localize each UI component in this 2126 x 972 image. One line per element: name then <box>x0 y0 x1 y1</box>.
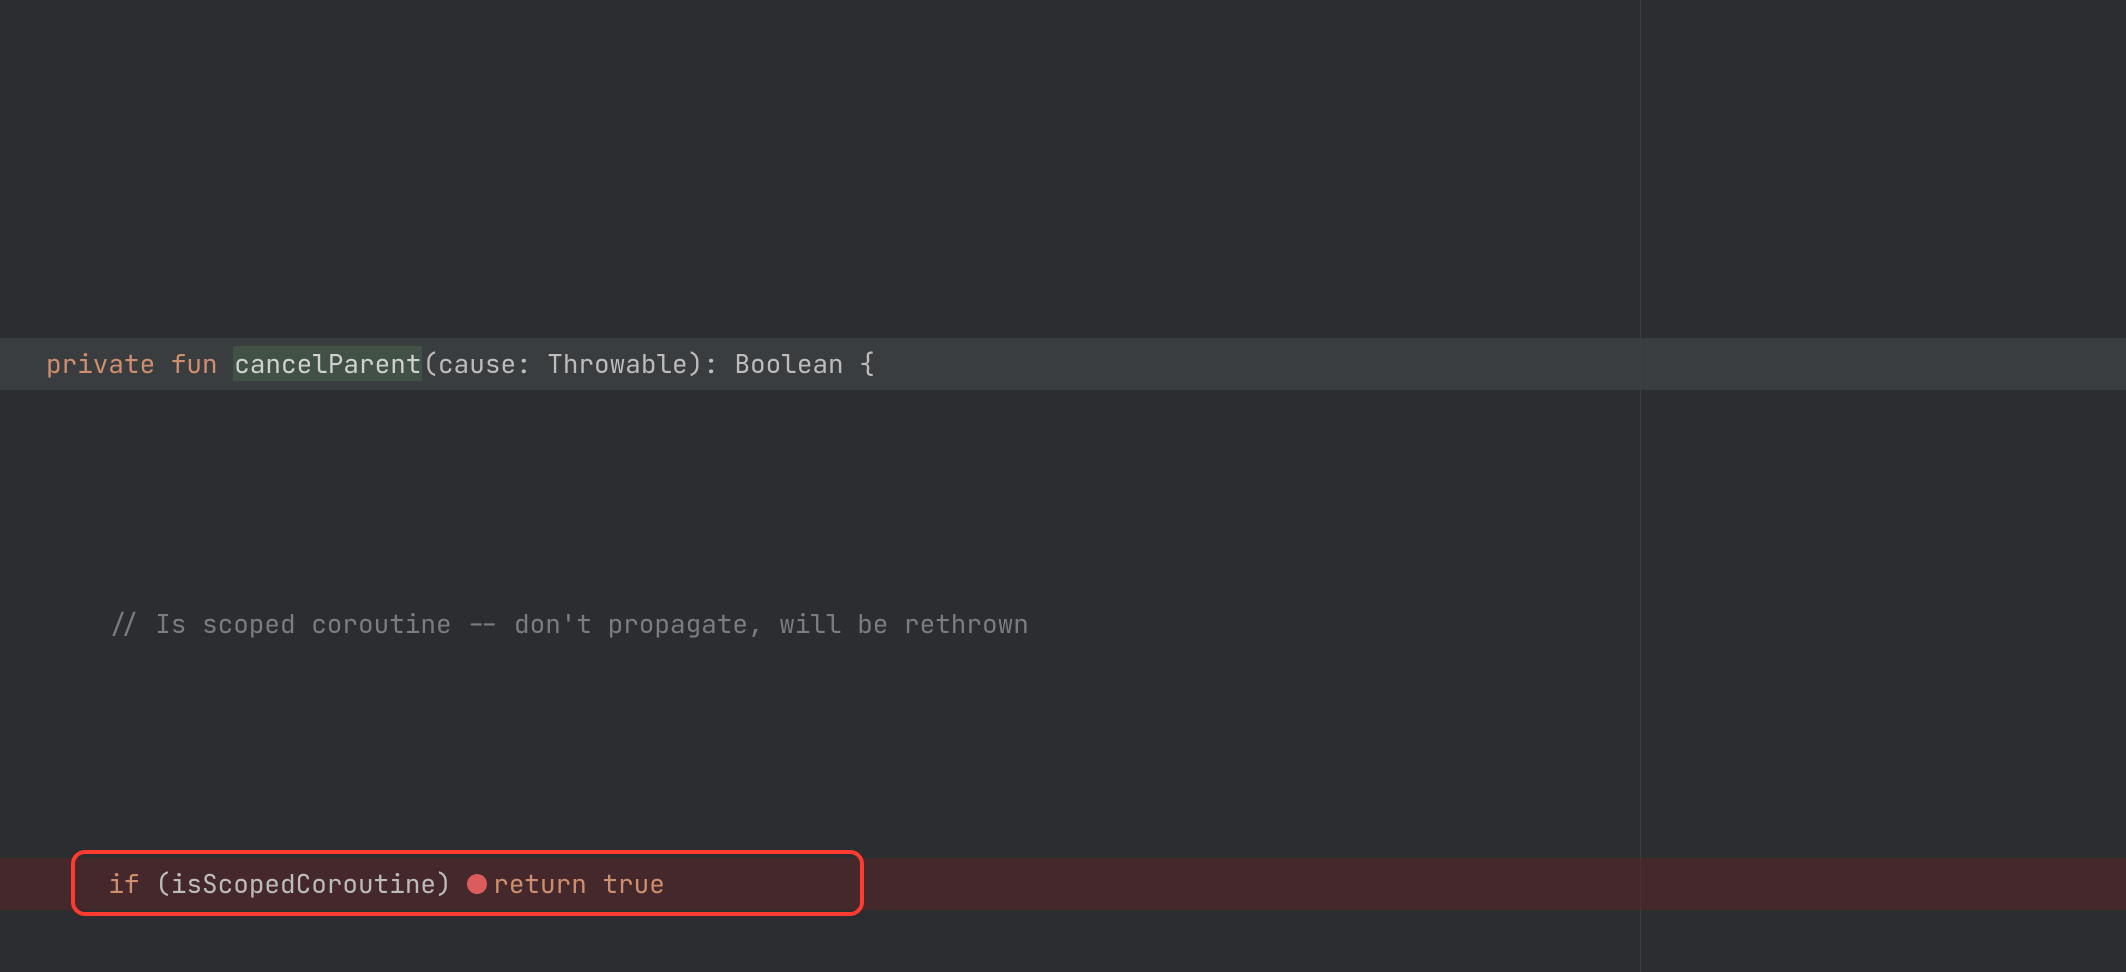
condition: (isScopedCoroutine) <box>155 866 451 901</box>
code-line[interactable]: private fun cancelParent(cause: Throwabl… <box>0 338 2126 390</box>
code-editor[interactable]: private fun cancelParent(cause: Throwabl… <box>0 0 2126 972</box>
keyword-private: private <box>46 346 155 381</box>
keyword-fun: fun <box>171 346 218 381</box>
keyword-return: return <box>493 866 587 901</box>
code-line[interactable]: // Is scoped coroutine -- don't propagat… <box>46 598 2126 650</box>
function-name: cancelParent <box>233 346 422 381</box>
keyword-if: if <box>108 866 139 901</box>
comment-text: // Is scoped coroutine -- don't propagat… <box>108 606 1028 641</box>
breakpoint-icon[interactable] <box>467 874 487 894</box>
signature-rest: (cause: Throwable): Boolean { <box>422 346 874 381</box>
code-line-breakpoint[interactable]: if (isScopedCoroutine) return true <box>0 858 2126 910</box>
keyword-true: true <box>602 866 664 901</box>
right-margin-ruler <box>1640 0 1641 972</box>
